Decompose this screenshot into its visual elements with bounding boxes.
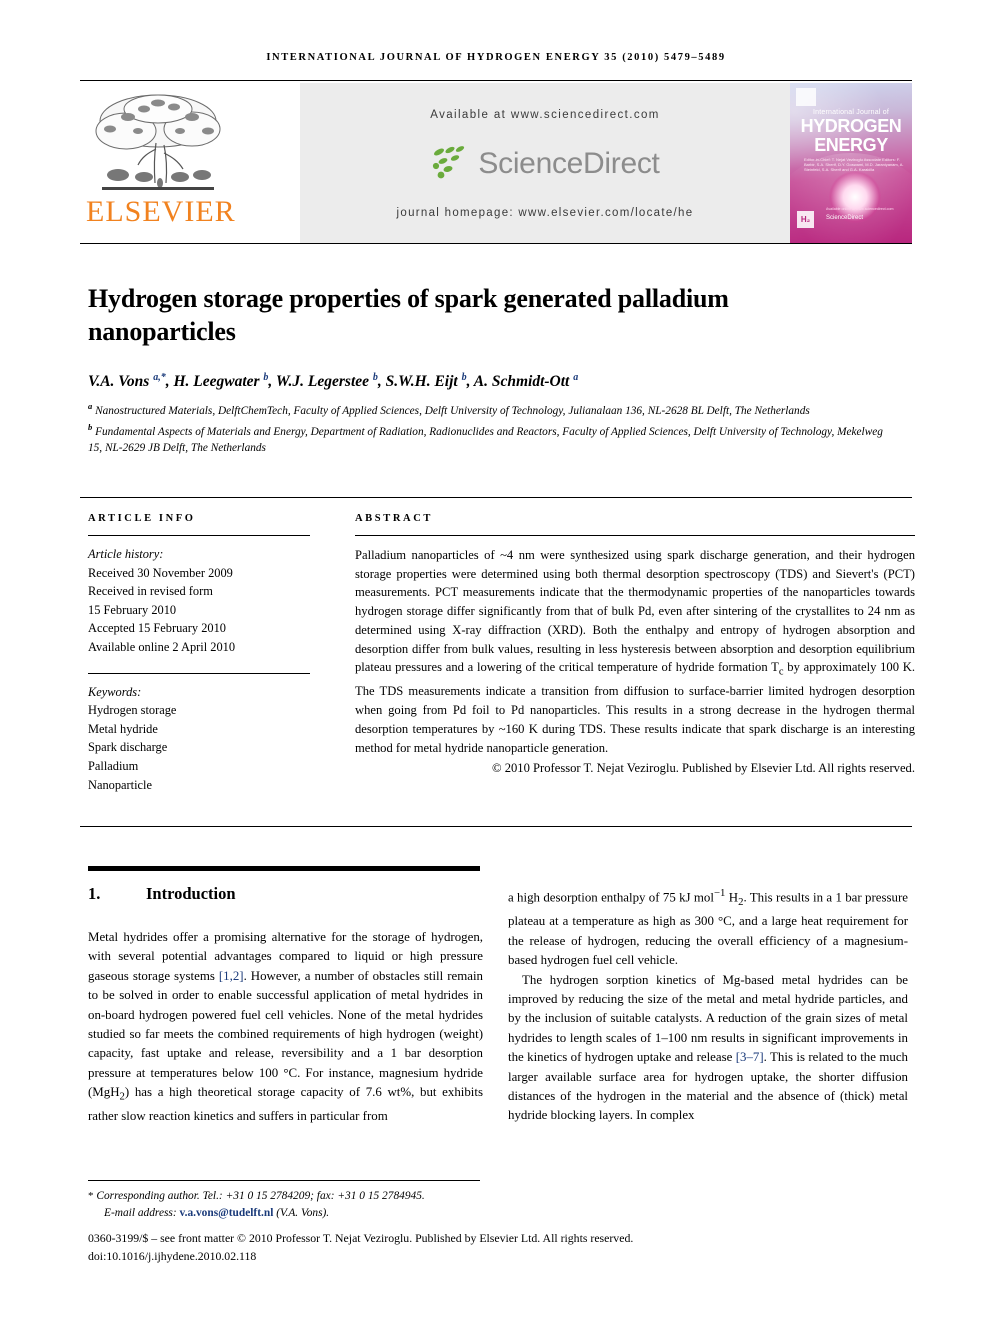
elsevier-tree-icon (88, 87, 228, 199)
history-item: 15 February 2010 (88, 602, 177, 617)
sciencedirect-logo[interactable]: ScienceDirect (300, 141, 790, 187)
keyword-item: Metal hydride (88, 721, 158, 736)
journal-running-head: International Journal of Hydrogen Energy… (266, 52, 726, 63)
journal-homepage-text[interactable]: journal homepage: www.elsevier.com/locat… (300, 207, 790, 219)
section-heading: 1. Introduction (88, 884, 236, 904)
page-title: Hydrogen storage properties of spark gen… (88, 284, 729, 347)
cover-line2: HYDROGEN (800, 116, 902, 136)
history-item: Received 30 November 2009 (88, 565, 233, 580)
journal-cover-thumbnail: International Journal of HYDROGEN ENERGY… (790, 83, 912, 243)
history-item: Accepted 15 February 2010 (88, 621, 226, 636)
abstract-bottom-rule (80, 826, 912, 827)
cover-sciencedirect-mark: ScienceDirect (826, 215, 864, 221)
keywords-rule (88, 672, 310, 674)
cover-sciencedirect-tagline: Available online at www.sciencedirect.co… (826, 207, 894, 211)
info-top-rule (80, 497, 912, 498)
history-item: Received in revised form (88, 584, 213, 599)
keywords-block: Keywords: Hydrogen storage Metal hydride… (88, 683, 310, 795)
sciencedirect-band: Available at www.sciencedirect.com Scien… (300, 83, 790, 243)
corresponding-author-note: * Corresponding author. Tel.: +31 0 15 2… (88, 1188, 912, 1205)
paragraph: Metal hydrides offer a promising alterna… (88, 930, 483, 1124)
elsevier-wordmark: ELSEVIER (86, 195, 236, 228)
author-list: V.A. Vons a,*, H. Leegwater b, W.J. Lege… (88, 372, 579, 391)
sciencedirect-leaf-icon (430, 145, 474, 184)
article-page: International Journal of Hydrogen Energy… (0, 0, 992, 1323)
section-title: Introduction (146, 884, 236, 903)
sciencedirect-wordmark: ScienceDirect (478, 147, 660, 180)
keyword-item: Nanoparticle (88, 777, 152, 792)
email-owner: (V.A. Vons). (276, 1207, 330, 1219)
cover-publisher-mark (796, 88, 816, 106)
abstract-rule (355, 535, 915, 536)
issn-block: 0360-3199/$ – see front matter © 2010 Pr… (88, 1230, 912, 1265)
body-column-right: a high desorption enthalpy of 75 kJ mol−… (508, 884, 908, 1126)
email-note: E-mail address: v.a.vons@tudelft.nl (V.A… (88, 1205, 912, 1222)
masthead-bottom-rule (80, 243, 912, 244)
body-column-left: Metal hydrides offer a promising alterna… (88, 928, 483, 1127)
abstract-block: Abstract Palladium nanoparticles of ~4 n… (355, 513, 915, 778)
keywords-label: Keywords: (88, 684, 142, 699)
email-link[interactable]: v.a.vons@tudelft.nl (180, 1207, 274, 1219)
article-history-label: Article history: (88, 547, 164, 561)
article-info-rule (88, 535, 310, 536)
paragraph: a high desorption enthalpy of 75 kJ mol−… (508, 887, 908, 968)
cover-line3: ENERGY (814, 135, 888, 155)
abstract-text: Palladium nanoparticles of ~4 nm were sy… (355, 548, 916, 755)
abstract-copyright: © 2010 Professor T. Nejat Veziroglu. Pub… (492, 761, 915, 776)
asterisk-icon: * (88, 1190, 94, 1202)
masthead: ELSEVIER Available at www.sciencedirect.… (80, 83, 912, 243)
section-number: 1. (88, 884, 101, 903)
footnote-rule (88, 1180, 480, 1181)
cover-h2-badge: H₂ (797, 211, 814, 228)
article-info-block: Article info Article history: Received 3… (88, 513, 310, 794)
paragraph: The hydrogen sorption kinetics of Mg-bas… (508, 972, 908, 1123)
keyword-item: Hydrogen storage (88, 703, 177, 718)
affiliations: a Nanostructured Materials, DelftChemTec… (88, 401, 883, 454)
cover-line1: International Journal of (812, 109, 889, 116)
corresponding-author-text: Corresponding author. Tel.: +31 0 15 278… (96, 1190, 425, 1202)
history-item: Available online 2 April 2010 (88, 639, 236, 654)
available-at-text: Available at www.sciencedirect.com (430, 109, 660, 121)
article-history: Article history: Received 30 November 20… (88, 545, 310, 657)
abstract-heading: Abstract (355, 513, 433, 524)
cover-editors: Editor-in-Chief: T. Nejat Veziroglu Asso… (804, 157, 904, 173)
article-info-heading: Article info (88, 513, 196, 524)
keyword-item: Spark discharge (88, 740, 168, 755)
footnote-block: * Corresponding author. Tel.: +31 0 15 2… (88, 1188, 912, 1222)
keyword-item: Palladium (88, 758, 139, 773)
masthead-top-rule (80, 80, 912, 81)
email-label: E-mail address: (104, 1207, 177, 1219)
section-thick-rule (88, 866, 480, 871)
elsevier-logo: ELSEVIER (80, 83, 300, 243)
doi-line[interactable]: doi:10.1016/j.ijhydene.2010.02.118 (88, 1248, 912, 1266)
issn-line: 0360-3199/$ – see front matter © 2010 Pr… (88, 1231, 634, 1245)
